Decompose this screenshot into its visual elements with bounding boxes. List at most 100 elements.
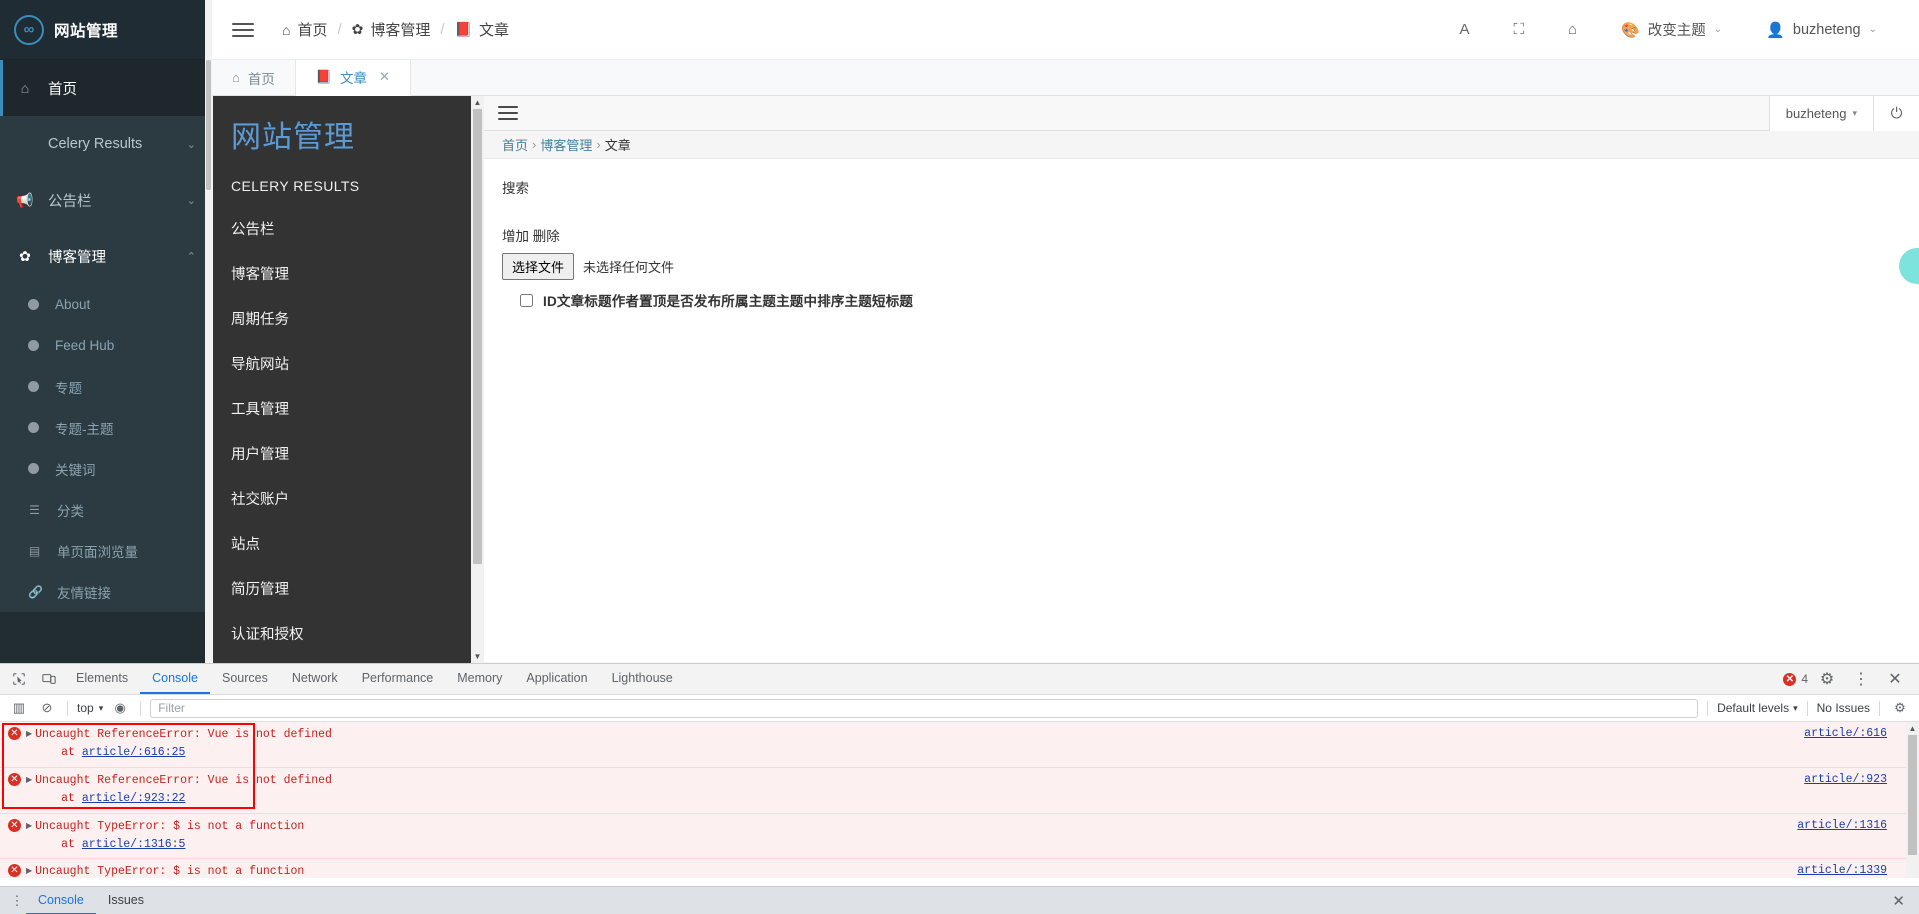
- inspect-element-icon[interactable]: [4, 664, 34, 694]
- breadcrumb-item-blog[interactable]: ✿ 博客管理: [352, 19, 431, 40]
- megaphone-icon: 📢: [16, 191, 34, 208]
- hamburger-icon[interactable]: [232, 22, 254, 37]
- no-issues-label[interactable]: No Issues: [1817, 701, 1870, 715]
- dark-panel-item-blog[interactable]: 博客管理: [213, 251, 483, 296]
- expand-arrow-icon[interactable]: ▶: [26, 775, 32, 785]
- dark-panel-scrollbar[interactable]: ▲ ▼: [471, 96, 484, 663]
- add-action[interactable]: 增加: [502, 229, 529, 244]
- user-menu-button[interactable]: 👤 buzheteng ⌄: [1744, 0, 1899, 60]
- dark-panel-item-users[interactable]: 用户管理: [213, 431, 483, 476]
- select-all-checkbox[interactable]: [520, 293, 533, 307]
- sidebar-subitem-friend-links[interactable]: 🔗 友情链接: [0, 571, 212, 612]
- sidebar-subitem-pageviews[interactable]: ▤ 单页面浏览量: [0, 530, 212, 571]
- dark-panel-item-periodic-tasks[interactable]: 周期任务: [213, 296, 483, 341]
- devtools-tab-lighthouse[interactable]: Lighthouse: [600, 664, 685, 694]
- link-icon: 🔗: [28, 584, 43, 599]
- console-filter-input[interactable]: [150, 698, 1699, 718]
- gear-icon[interactable]: ⚙: [1889, 700, 1911, 716]
- dark-panel-item-comments[interactable]: 评论管理: [213, 656, 483, 663]
- sidebar-item-home[interactable]: ⌂ 首页: [0, 60, 212, 116]
- drawer-tab-console[interactable]: Console: [26, 887, 96, 914]
- console-scroll-thumb[interactable]: [1908, 735, 1917, 855]
- console-source-link[interactable]: article/:1339: [1797, 864, 1887, 877]
- sidebar-subitem-category[interactable]: ☰ 分类: [0, 489, 212, 530]
- dark-panel-item-announcements[interactable]: 公告栏: [213, 206, 483, 251]
- console-message-row[interactable]: ✕ ▶ Uncaught TypeError: $ is not a funct…: [0, 813, 1919, 860]
- tab-home[interactable]: ⌂ 首页: [212, 60, 296, 95]
- scroll-down-arrow-icon[interactable]: ▼: [471, 650, 484, 663]
- breadcrumb-item-article[interactable]: 📕 文章: [455, 19, 509, 40]
- devtools-tab-network[interactable]: Network: [280, 664, 350, 694]
- scroll-up-arrow-icon[interactable]: ▲: [1906, 722, 1919, 735]
- close-icon[interactable]: ✕: [1892, 892, 1911, 910]
- devtools-tab-elements[interactable]: Elements: [64, 664, 140, 694]
- dark-panel-scroll-thumb[interactable]: [473, 109, 482, 564]
- page-scrollbar[interactable]: [205, 0, 212, 663]
- devtools-tab-performance[interactable]: Performance: [350, 664, 446, 694]
- iframe-user-menu[interactable]: buzheteng ▾: [1768, 96, 1873, 131]
- devtools-tab-sources[interactable]: Sources: [210, 664, 280, 694]
- dark-panel-item-nav-sites[interactable]: 导航网站: [213, 341, 483, 386]
- fullscreen-button[interactable]: ⛶: [1492, 0, 1547, 60]
- expand-arrow-icon[interactable]: ▶: [26, 866, 32, 876]
- console-source-link[interactable]: article/:923: [1804, 773, 1887, 786]
- sidebar-item-blog-management[interactable]: ✿ 博客管理 ⌃: [0, 228, 212, 284]
- gear-icon[interactable]: ⚙: [1812, 669, 1842, 689]
- console-message-row[interactable]: ✕ ▶ Uncaught ReferenceError: Vue is not …: [0, 722, 1919, 768]
- sidebar-item-announcements[interactable]: 📢 公告栏 ⌄: [0, 172, 212, 228]
- font-size-button[interactable]: A: [1438, 0, 1492, 60]
- iframe-breadcrumb-home[interactable]: 首页: [502, 135, 528, 154]
- sidebar-brand[interactable]: ∞ 网站管理: [0, 0, 212, 60]
- console-sidebar-icon[interactable]: ▥: [8, 700, 30, 716]
- iframe-breadcrumb-article: 文章: [604, 138, 631, 153]
- power-icon[interactable]: ⏻: [1873, 96, 1919, 131]
- console-stack-link[interactable]: article/:1316:5: [82, 838, 186, 851]
- console-source-link[interactable]: article/:616: [1804, 727, 1887, 740]
- scroll-up-arrow-icon[interactable]: ▲: [471, 96, 484, 109]
- dark-panel-item-sites[interactable]: 站点: [213, 521, 483, 566]
- console-context-selector[interactable]: top ▾: [77, 701, 103, 715]
- iframe-breadcrumb-blog[interactable]: 博客管理: [540, 135, 592, 154]
- devtools-tab-console[interactable]: Console: [140, 664, 210, 694]
- device-toolbar-icon[interactable]: [34, 664, 64, 694]
- home-button[interactable]: ⌂: [1546, 0, 1599, 60]
- sidebar-subitem-keywords[interactable]: 关键词: [0, 448, 212, 489]
- admin-iframe: buzheteng ▾ ⏻ 首页 › 博客管理 › 文章 搜索 增加 删除 选择…: [484, 96, 1919, 663]
- tab-article[interactable]: 📕 文章 ✕: [295, 60, 411, 96]
- kebab-menu-icon[interactable]: ⋮: [1846, 669, 1876, 689]
- close-icon[interactable]: ✕: [379, 69, 390, 85]
- breadcrumb-item-home[interactable]: ⌂ 首页: [282, 19, 327, 40]
- sidebar-subitem-about[interactable]: About: [0, 284, 212, 325]
- console-message-row[interactable]: ✕ ▶ Uncaught ReferenceError: Vue is not …: [0, 767, 1919, 814]
- clear-console-icon[interactable]: ⊘: [36, 700, 58, 716]
- console-stack-link[interactable]: article/:616:25: [82, 746, 186, 759]
- sidebar-subitem-topic-theme[interactable]: 专题-主题: [0, 407, 212, 448]
- sidebar-item-celery-results[interactable]: Celery Results ⌄: [0, 116, 212, 172]
- expand-arrow-icon[interactable]: ▶: [26, 729, 32, 739]
- console-stack-link[interactable]: article/:923:22: [82, 792, 186, 805]
- dark-panel-item-auth[interactable]: 认证和授权: [213, 611, 483, 656]
- dark-panel-item-social-accounts[interactable]: 社交账户: [213, 476, 483, 521]
- console-message-row[interactable]: ✕ ▶ Uncaught TypeError: $ is not a funct…: [0, 859, 1919, 878]
- dark-panel-item-tools[interactable]: 工具管理: [213, 386, 483, 431]
- page-scrollbar-thumb[interactable]: [206, 60, 211, 190]
- error-count-badge[interactable]: ✕ 4: [1783, 672, 1808, 686]
- sidebar-subitem-topic[interactable]: 专题: [0, 366, 212, 407]
- devtools-tab-application[interactable]: Application: [514, 664, 599, 694]
- console-scrollbar[interactable]: ▲: [1906, 722, 1919, 878]
- sidebar-subitem-feed-hub[interactable]: Feed Hub: [0, 325, 212, 366]
- devtools-tab-memory[interactable]: Memory: [445, 664, 514, 694]
- console-levels-selector[interactable]: Default levels ▾: [1717, 701, 1798, 715]
- change-theme-button[interactable]: 🎨 改变主题 ⌄: [1599, 0, 1744, 60]
- choose-file-button[interactable]: 选择文件: [502, 253, 575, 280]
- kebab-menu-icon[interactable]: ⋮: [8, 893, 26, 909]
- hamburger-icon[interactable]: [498, 106, 518, 120]
- drawer-tab-issues[interactable]: Issues: [96, 887, 156, 914]
- live-expression-icon[interactable]: ◉: [109, 700, 131, 716]
- book-icon: 📕: [454, 21, 473, 37]
- expand-arrow-icon[interactable]: ▶: [26, 821, 32, 831]
- console-source-link[interactable]: article/:1316: [1797, 819, 1887, 832]
- delete-action[interactable]: 删除: [533, 229, 560, 244]
- dark-panel-item-resume[interactable]: 简历管理: [213, 566, 483, 611]
- close-icon[interactable]: ✕: [1880, 669, 1910, 689]
